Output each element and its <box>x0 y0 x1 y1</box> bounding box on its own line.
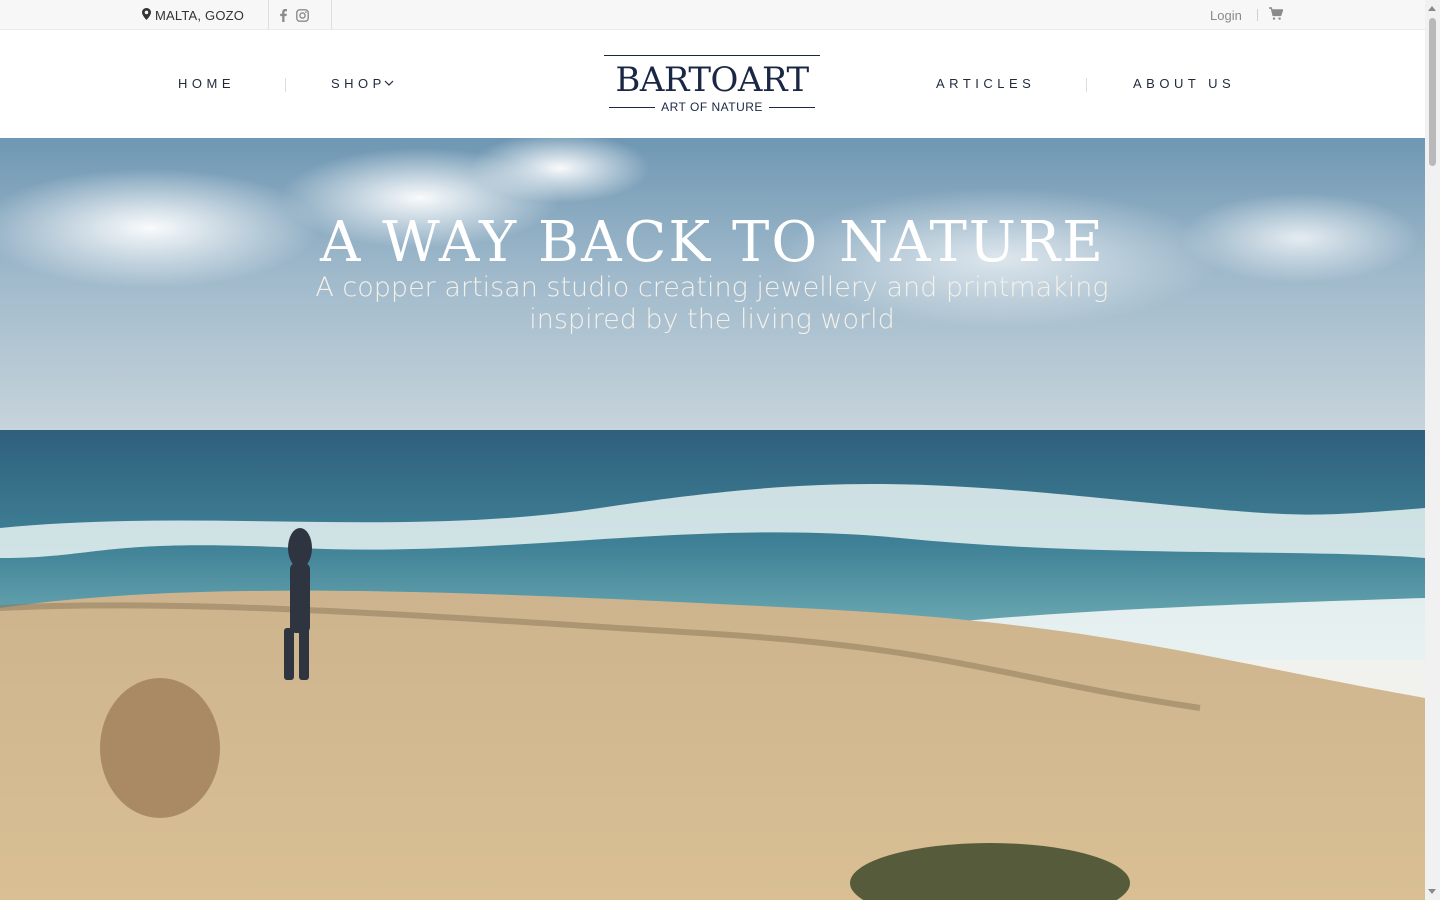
divider <box>1257 9 1258 21</box>
social-links <box>280 0 309 30</box>
top-bar: MALTA, GOZO Login <box>0 0 1425 30</box>
divider <box>268 0 269 30</box>
scrollbar-thumb[interactable] <box>1429 18 1436 166</box>
nav-shop[interactable]: SHOP <box>331 76 394 91</box>
nav-divider <box>1086 78 1087 92</box>
instagram-icon[interactable] <box>296 8 309 22</box>
page-scrollbar[interactable] <box>1425 0 1440 900</box>
divider <box>331 0 332 30</box>
logo-rule-right <box>768 106 815 108</box>
scroll-down-arrow-icon[interactable] <box>1428 889 1436 894</box>
hero-banner: A WAY BACK TO NATURE A copper artisan st… <box>0 138 1425 900</box>
nav-home[interactable]: HOME <box>178 76 235 91</box>
map-pin-icon <box>142 7 151 23</box>
nav-divider <box>285 78 286 92</box>
facebook-icon[interactable] <box>280 8 287 22</box>
logo-tagline: ART OF NATURE <box>604 100 820 114</box>
scroll-up-arrow-icon[interactable] <box>1428 6 1436 11</box>
logo-rule <box>604 55 820 56</box>
cart-icon[interactable] <box>1269 7 1284 21</box>
logo-rule-left <box>609 106 656 108</box>
nav-shop-label: SHOP <box>331 76 386 91</box>
login-link[interactable]: Login <box>1210 0 1242 30</box>
hero-subtitle: A copper artisan studio creating jewelle… <box>312 272 1112 336</box>
hero-title: A WAY BACK TO NATURE <box>319 210 1106 275</box>
hero-subtitle-line1: A copper artisan studio creating jewelle… <box>315 272 1109 303</box>
nav-articles[interactable]: ARTICLES <box>936 76 1035 91</box>
hero-subtitle-line2: inspired by the living world <box>529 304 895 335</box>
location-text: MALTA, GOZO <box>155 7 245 23</box>
logo-tagline-text: ART OF NATURE <box>661 100 763 114</box>
chevron-down-icon <box>384 75 394 90</box>
logo-name: BARTOART <box>615 60 809 100</box>
site-logo[interactable]: BARTOART ART OF NATURE <box>604 55 820 114</box>
nav-about[interactable]: ABOUT US <box>1133 76 1235 91</box>
site-header: HOME SHOP BARTOART ART OF NATURE ARTICLE… <box>0 30 1425 138</box>
location: MALTA, GOZO <box>142 0 244 30</box>
